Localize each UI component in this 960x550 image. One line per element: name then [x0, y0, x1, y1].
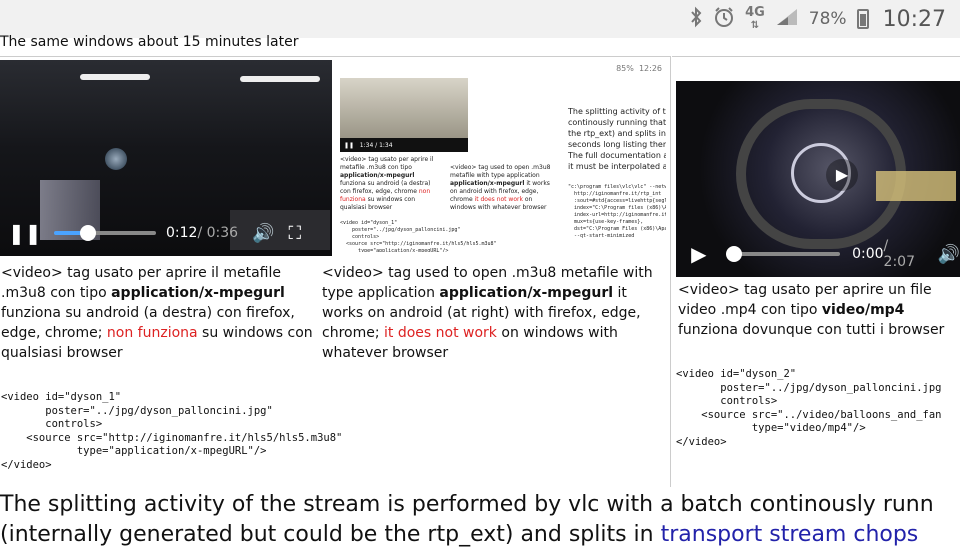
bottom-paragraph: The splitting activity of the stream is …	[0, 490, 934, 550]
status-bar: 4G ⇅ 78% 10:27	[0, 0, 960, 38]
network-type: 4G ⇅	[745, 4, 765, 31]
video-player-1[interactable]: ❚❚ 0:12 / 0:36 🔊 ⛶	[0, 60, 332, 256]
total-time: / 2:07	[883, 238, 915, 270]
seek-bar[interactable]	[725, 246, 841, 262]
paragraph-en: <video> tag used to open .m3u8 metafile …	[322, 265, 653, 361]
video-controls: ❚❚ 0:12 / 0:36 🔊 ⛶	[0, 210, 332, 256]
video-player-2[interactable]: ▶ ▶ 0:00 / 2:07 🔊	[676, 81, 960, 277]
clock: 10:27	[882, 6, 946, 32]
bottom-line-2: (internally generated but could be the r…	[0, 522, 919, 547]
ceiling-lamp	[80, 74, 150, 80]
thumb-video: ❚❚ 1:34 / 1:34	[340, 78, 468, 152]
paragraph-mp4: <video> tag usato per aprire un file vid…	[678, 282, 945, 338]
balloon-graphic	[105, 148, 127, 170]
volume-icon[interactable]: 🔊	[252, 223, 274, 244]
page-caption: The same windows about 15 minutes later	[0, 34, 299, 50]
thumb-status-bar: 85% 12:26	[616, 64, 662, 73]
table-graphic	[876, 171, 956, 201]
seek-bar[interactable]	[54, 225, 156, 241]
bottom-line-1: The splitting activity of the stream is …	[0, 492, 934, 517]
video-controls: ▶ 0:00 / 2:07 🔊	[676, 231, 960, 277]
current-time: 0:12	[166, 225, 198, 241]
embedded-screenshot: 85% 12:26 ❚❚ 1:34 / 1:34 <video> tag usa…	[338, 62, 666, 252]
paragraph-it: <video> tag usato per aprire il metafile…	[1, 265, 313, 361]
alarm-icon	[713, 6, 735, 33]
transport-stream-link[interactable]: transport stream chops	[661, 522, 919, 547]
signal-icon	[775, 7, 799, 32]
thumb-right-text: The splitting activity of the continousl…	[568, 107, 666, 171]
thumb-text-en: <video> tag used to open .m3u8 metafile …	[450, 164, 551, 211]
bluetooth-icon	[689, 6, 703, 33]
battery-percent: 78%	[808, 9, 847, 29]
thumb-text-it: <video> tag usato per aprire il metafile…	[340, 156, 434, 211]
code-block-hls: <video id="dyson_1" poster="../jpg/dyson…	[1, 391, 343, 471]
total-time: / 0:36	[197, 225, 239, 241]
center-play-icon[interactable]: ▶	[826, 159, 858, 191]
current-time: 0:00	[852, 246, 884, 262]
thumb-code: <video id="dyson_1" poster="../jpg/dyson…	[340, 220, 497, 252]
thumb-right-code: "c:\program files\vlc\vlc" --network-c h…	[568, 184, 666, 239]
thumb-video-controls: ❚❚ 1:34 / 1:34	[340, 138, 468, 152]
battery-icon	[856, 9, 869, 29]
volume-icon[interactable]: 🔊	[938, 244, 960, 265]
fullscreen-icon[interactable]: ⛶	[288, 223, 301, 244]
play-icon[interactable]: ▶	[684, 242, 714, 266]
ceiling-lamp	[240, 76, 320, 82]
code-block-mp4: <video id="dyson_2" poster="../jpg/dyson…	[676, 368, 942, 448]
pause-icon[interactable]: ❚❚	[8, 221, 42, 245]
